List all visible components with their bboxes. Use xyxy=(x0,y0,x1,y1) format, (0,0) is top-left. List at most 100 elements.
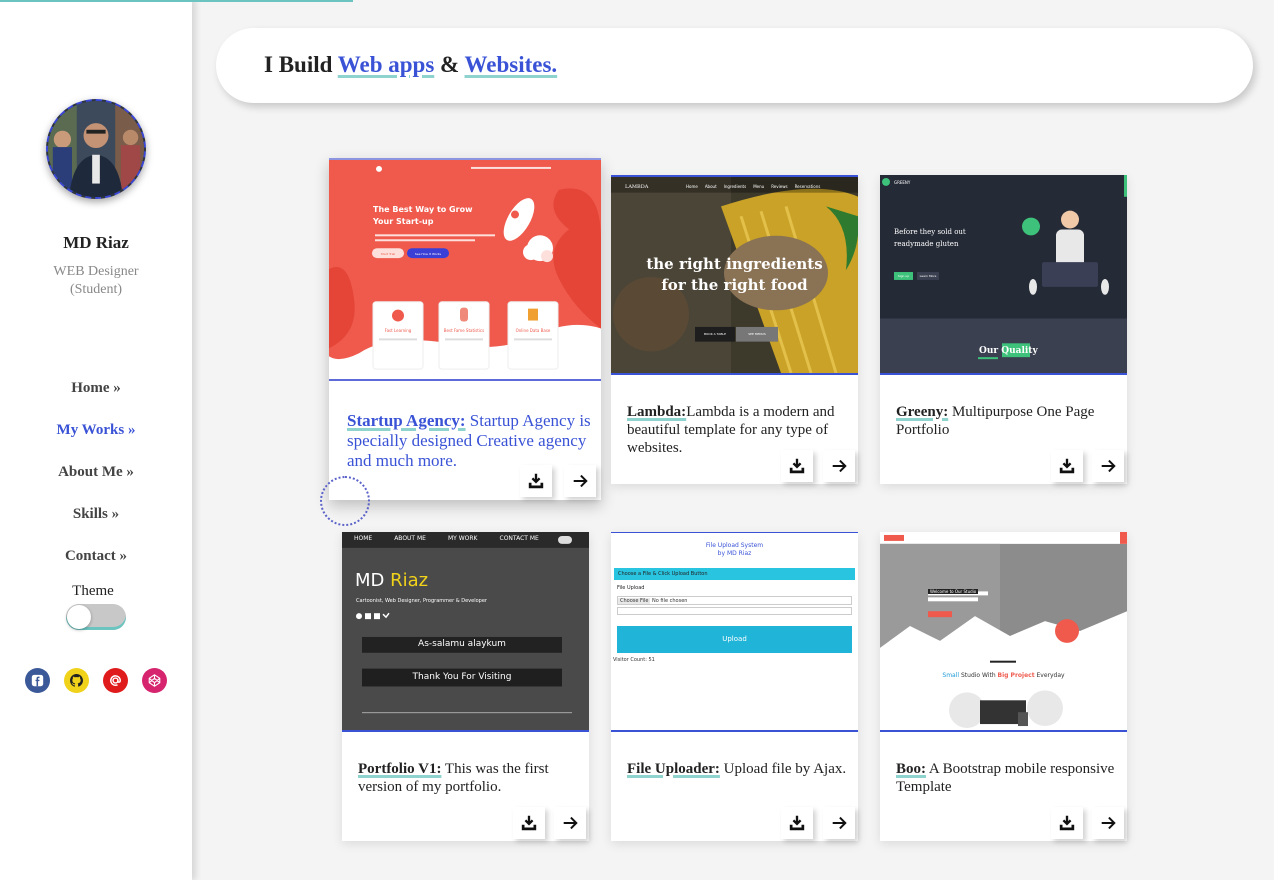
thumb-title2: by MD Riaz xyxy=(717,550,752,557)
view-button[interactable] xyxy=(564,465,596,497)
profile-name: MD Riaz xyxy=(63,233,129,252)
title-prefix: I Build xyxy=(264,52,338,77)
websites-link[interactable]: Websites. xyxy=(465,52,558,77)
thumb-nav-item: Reservations xyxy=(794,184,821,189)
project-card-lambda[interactable]: LAMBDA Home About Ingredients Menu Revie… xyxy=(611,175,858,484)
nav-skills[interactable]: Skills » xyxy=(0,504,192,546)
project-thumbnail[interactable]: Welcome to Our Studio Small Studio With … xyxy=(880,532,1127,732)
thumb-btn2: SEE MENUS xyxy=(748,332,766,336)
github-icon[interactable] xyxy=(64,668,89,693)
thumb-label: File Upload xyxy=(617,585,645,591)
theme-toggle-knob xyxy=(67,605,91,629)
thumb-name-first: MD xyxy=(355,570,391,591)
project-thumbnail[interactable]: LAMBDA Home About Ingredients Menu Revie… xyxy=(611,175,858,375)
thumb-nav-item: Home xyxy=(686,184,698,189)
view-button[interactable] xyxy=(1092,450,1124,482)
project-title[interactable]: File Uploader: xyxy=(627,761,720,777)
project-card-file-uploader[interactable]: File Upload System by MD Riaz Choose a F… xyxy=(611,532,858,841)
download-icon xyxy=(521,815,537,831)
avatar xyxy=(46,99,146,199)
thumb-f1: Fast Learning xyxy=(384,328,412,333)
project-thumbnail[interactable]: GREENY Before they sold out readymade gl… xyxy=(880,175,1127,375)
nav-my-works[interactable]: My Works » xyxy=(0,420,192,462)
thumb-tagline: Cartoonist, Web Designer, Programmer & D… xyxy=(356,598,487,604)
download-button[interactable] xyxy=(513,807,545,839)
thumb-choose: Choose File xyxy=(618,598,651,604)
thumb-line2: for the right food xyxy=(661,276,808,294)
thumb-btn1: Sign up xyxy=(897,274,910,278)
download-button[interactable] xyxy=(781,807,813,839)
project-description: Portfolio V1: This was the first version… xyxy=(358,760,580,796)
project-text: A Bootstrap mobile responsive Template xyxy=(896,761,1115,795)
download-icon xyxy=(789,815,805,831)
download-icon xyxy=(528,473,544,489)
thumb-nav-item: Ingredients xyxy=(723,184,747,189)
arrow-right-icon xyxy=(1101,816,1116,830)
project-description: Greeny: Multipurpose One Page Portfolio xyxy=(896,403,1116,439)
view-button[interactable] xyxy=(1092,807,1124,839)
project-card-greeny[interactable]: GREENY Before they sold out readymade gl… xyxy=(880,175,1127,484)
thumb-nofile: No file chosen xyxy=(652,598,688,604)
project-title[interactable]: Startup Agency: xyxy=(347,411,466,430)
project-thumbnail[interactable]: The Best Way to Grow Your Start-up Start… xyxy=(329,160,601,381)
view-button[interactable] xyxy=(823,807,855,839)
thumb-nav: HOME ABOUT ME MY WORK CONTACT ME xyxy=(354,535,539,542)
project-thumbnail[interactable]: HOME ABOUT ME MY WORK CONTACT ME MD Riaz… xyxy=(342,532,589,732)
page-header: I Build Web apps & Websites. xyxy=(216,28,1253,103)
thumb-logo: GREENY xyxy=(894,180,911,185)
arrow-right-icon xyxy=(563,816,578,830)
thumb-empty-field xyxy=(617,607,852,615)
download-icon xyxy=(1059,815,1075,831)
download-button[interactable] xyxy=(781,450,813,482)
thumb-nav: Home About Ingredients Menu Reviews Rese… xyxy=(686,184,820,189)
view-button[interactable] xyxy=(823,450,855,482)
facebook-icon[interactable] xyxy=(25,668,50,693)
thumb-count: Visitor Count: 51 xyxy=(613,657,655,663)
nav-home[interactable]: Home » xyxy=(0,378,192,420)
web-apps-link[interactable]: Web apps xyxy=(338,52,435,77)
thumb-nav-item: Menu xyxy=(753,184,765,189)
thumb-btn2: See How It Works xyxy=(414,252,442,256)
arrow-right-icon xyxy=(832,459,847,473)
project-title[interactable]: Boo: xyxy=(896,761,926,777)
thumb-line1: the right ingredients xyxy=(646,255,823,273)
thumb-tag-b: Studio With xyxy=(959,672,998,679)
project-title[interactable]: Lambda: xyxy=(627,404,686,420)
title-amp: & xyxy=(434,52,465,77)
theme-toggle[interactable] xyxy=(66,604,126,630)
thumb-line1: Before they sold out xyxy=(894,228,966,236)
view-button[interactable] xyxy=(554,807,586,839)
download-button[interactable] xyxy=(520,465,552,497)
project-card-boo[interactable]: Welcome to Our Studio Small Studio With … xyxy=(880,532,1127,841)
thumb-tag-a: Small xyxy=(942,672,960,679)
project-text: Upload file by Ajax. xyxy=(719,761,847,777)
thumb-tag-d: Everyday xyxy=(1034,672,1065,679)
cursor-ring xyxy=(320,476,370,526)
project-description: Lambda:Lambda is a modern and beautiful … xyxy=(627,403,842,457)
project-thumbnail[interactable]: File Upload System by MD Riaz Choose a F… xyxy=(611,532,858,732)
thumb-nav-item: About xyxy=(704,184,717,189)
download-button[interactable] xyxy=(1051,450,1083,482)
thumb-nav-item: HOME xyxy=(354,535,373,542)
thumb-upload-btn: Upload xyxy=(617,626,852,653)
arrow-right-icon xyxy=(1101,459,1116,473)
thumb-nav-item: Reviews xyxy=(771,184,788,189)
nav-contact[interactable]: Contact » xyxy=(0,546,192,588)
thumb-btn2: Learn More xyxy=(919,274,937,278)
thumb-nav-item: CONTACT ME xyxy=(499,535,539,542)
thumb-btn1: Start Trial xyxy=(380,252,396,256)
project-card-startup-agency[interactable]: The Best Way to Grow Your Start-up Start… xyxy=(329,158,601,500)
project-title[interactable]: Greeny: xyxy=(896,404,948,420)
nav-about-me[interactable]: About Me » xyxy=(0,462,192,504)
thumb-tagline: Small Studio With Big Project Everyday xyxy=(880,672,1127,679)
project-title[interactable]: Portfolio V1: xyxy=(358,761,441,777)
thumb-title1: File Upload System xyxy=(705,542,764,549)
download-button[interactable] xyxy=(1051,807,1083,839)
codepen-icon[interactable] xyxy=(142,668,167,693)
email-icon[interactable] xyxy=(103,668,128,693)
project-description: Boo: A Bootstrap mobile responsive Templ… xyxy=(896,760,1118,796)
download-icon xyxy=(1059,458,1075,474)
project-card-portfolio-v1[interactable]: HOME ABOUT ME MY WORK CONTACT ME MD Riaz… xyxy=(342,532,589,841)
sidebar: MD Riaz WEB Designer (Student) Home » My… xyxy=(0,0,192,880)
thumb-name-last: Riaz xyxy=(390,570,429,591)
